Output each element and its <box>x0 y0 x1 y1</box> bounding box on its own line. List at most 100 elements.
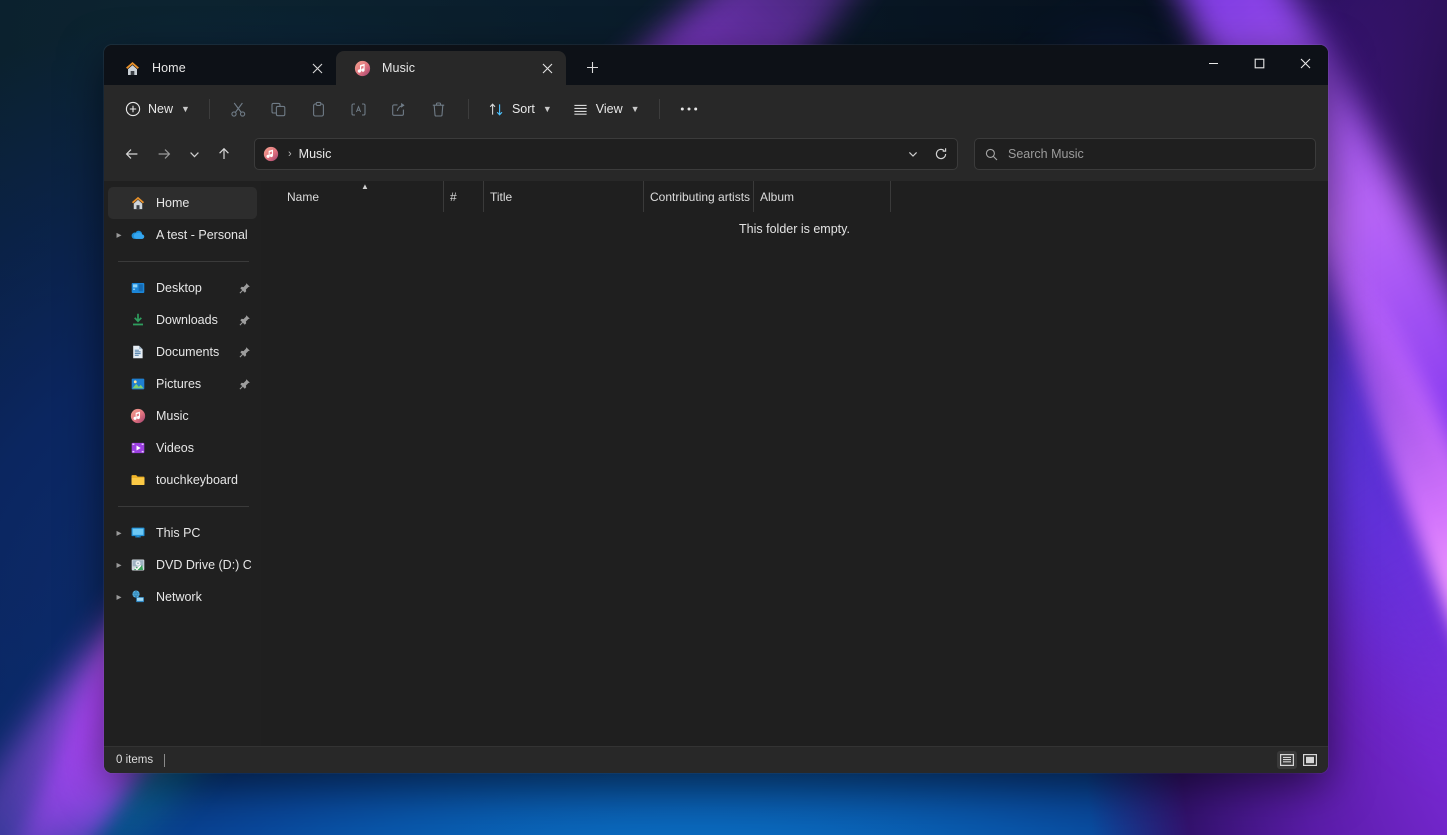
sidebar-item-network[interactable]: ▸ Network <box>108 581 257 613</box>
copy-icon <box>270 101 287 118</box>
search-box[interactable] <box>974 138 1316 170</box>
breadcrumb-path[interactable]: Music <box>299 147 332 161</box>
details-view-button[interactable] <box>1277 751 1297 769</box>
chevron-down-icon: ▼ <box>543 104 552 114</box>
sidebar-item-home[interactable]: ▸ Home <box>108 187 257 219</box>
rename-button[interactable] <box>340 93 378 125</box>
sidebar-item-videos[interactable]: ▸ Videos <box>108 432 257 464</box>
status-divider <box>164 754 165 767</box>
search-icon <box>985 148 998 161</box>
sidebar-item-documents[interactable]: ▸ Documents <box>108 336 257 368</box>
sidebar-divider <box>118 506 249 507</box>
sidebar-item-label: touchkeyboard <box>156 473 251 487</box>
tab-close-button[interactable] <box>304 55 330 81</box>
sidebar-item-desktop[interactable]: ▸ Desktop <box>108 272 257 304</box>
sidebar-divider <box>118 261 249 262</box>
chevron-right-icon[interactable]: ▸ <box>108 585 130 609</box>
view-button-label: View <box>596 102 623 116</box>
folder-icon <box>130 472 146 488</box>
column-headers: Name ▲ # Title Contributing artists Albu… <box>261 181 1328 212</box>
copy-button[interactable] <box>260 93 298 125</box>
pin-icon[interactable] <box>239 282 251 294</box>
file-explorer-window: Home <box>104 45 1328 773</box>
sidebar-item-label: DVD Drive (D:) CCCOMA_X64FRE_EN-US_DV9 <box>156 558 251 572</box>
column-header-album[interactable]: Album <box>753 181 890 212</box>
music-icon <box>263 146 279 162</box>
tab-strip: Home <box>106 45 608 85</box>
tab-home[interactable]: Home <box>106 51 336 85</box>
pin-icon[interactable] <box>239 314 251 326</box>
tab-music[interactable]: Music <box>336 51 566 85</box>
file-list-pane: Name ▲ # Title Contributing artists Albu… <box>261 181 1328 746</box>
sidebar-item-dvd-drive[interactable]: ▸ DVD Drive (D:) CCCOMA_X64FRE_EN-US_DV9 <box>108 549 257 581</box>
sidebar-item-label: Pictures <box>156 377 239 391</box>
breadcrumb-separator: › <box>288 148 292 160</box>
up-button[interactable] <box>208 138 240 170</box>
column-header-extra[interactable] <box>890 181 910 212</box>
tab-label: Home <box>152 61 304 75</box>
view-button[interactable]: View ▼ <box>563 93 649 125</box>
sidebar-item-this-pc[interactable]: ▸ This PC <box>108 517 257 549</box>
downloads-icon <box>130 312 146 328</box>
minimize-button[interactable] <box>1190 45 1236 82</box>
cut-button[interactable] <box>220 93 258 125</box>
clipboard-icon <box>310 101 327 118</box>
forward-button[interactable] <box>148 138 180 170</box>
documents-icon <box>130 344 146 360</box>
onedrive-icon <box>130 227 146 243</box>
music-icon <box>130 408 146 424</box>
delete-button[interactable] <box>420 93 458 125</box>
see-more-button[interactable] <box>670 93 708 125</box>
column-label: Title <box>490 190 512 204</box>
dvd-drive-icon <box>130 557 146 573</box>
previous-locations-button[interactable] <box>899 140 927 168</box>
toolbar-divider <box>659 99 660 119</box>
network-icon <box>130 589 146 605</box>
column-header-title[interactable]: Title <box>483 181 643 212</box>
paste-button[interactable] <box>300 93 338 125</box>
sort-button[interactable]: Sort ▼ <box>479 93 561 125</box>
sidebar-item-pictures[interactable]: ▸ Pictures <box>108 368 257 400</box>
column-header-track-number[interactable]: # <box>443 181 483 212</box>
sidebar-item-label: Downloads <box>156 313 239 327</box>
share-icon <box>390 101 407 118</box>
column-label: Name <box>287 190 319 204</box>
pictures-icon <box>130 376 146 392</box>
large-icons-view-button[interactable] <box>1300 751 1320 769</box>
search-input[interactable] <box>1008 147 1305 161</box>
chevron-right-icon[interactable]: ▸ <box>108 223 130 247</box>
pin-icon[interactable] <box>239 378 251 390</box>
music-icon <box>354 60 371 77</box>
title-bar: Home <box>104 45 1328 85</box>
maximize-button[interactable] <box>1236 45 1282 82</box>
recent-locations-button[interactable] <box>180 138 208 170</box>
chevron-right-icon[interactable]: ▸ <box>108 553 130 577</box>
new-tab-button[interactable] <box>576 51 608 83</box>
close-button[interactable] <box>1282 45 1328 82</box>
sidebar-item-label: Videos <box>156 441 251 455</box>
address-bar-row: › Music <box>104 133 1328 181</box>
trash-icon <box>430 101 447 118</box>
column-header-contributing-artists[interactable]: Contributing artists <box>643 181 753 212</box>
tab-close-button[interactable] <box>534 55 560 81</box>
ellipsis-icon <box>680 106 698 112</box>
column-header-name[interactable]: Name ▲ <box>287 181 443 212</box>
sidebar-item-onedrive[interactable]: ▸ A test - Personal <box>108 219 257 251</box>
status-bar: 0 items <box>104 746 1328 773</box>
sidebar-item-label: Network <box>156 590 251 604</box>
chevron-right-icon[interactable]: ▸ <box>108 521 130 545</box>
new-button[interactable]: New ▼ <box>116 93 199 125</box>
refresh-button[interactable] <box>927 140 955 168</box>
navigation-pane: ▸ Home ▸ A test <box>104 181 261 746</box>
chevron-down-icon: ▼ <box>631 104 640 114</box>
pin-icon[interactable] <box>239 346 251 358</box>
sidebar-item-downloads[interactable]: ▸ Downloads <box>108 304 257 336</box>
share-button[interactable] <box>380 93 418 125</box>
breadcrumb[interactable]: › Music <box>254 138 958 170</box>
new-button-label: New <box>148 102 173 116</box>
back-button[interactable] <box>116 138 148 170</box>
sidebar-item-touchkeyboard[interactable]: ▸ touchkeyboard <box>108 464 257 496</box>
plus-circle-icon <box>125 101 141 117</box>
sidebar-item-music[interactable]: ▸ Music <box>108 400 257 432</box>
file-list[interactable]: This folder is empty. <box>261 212 1328 746</box>
